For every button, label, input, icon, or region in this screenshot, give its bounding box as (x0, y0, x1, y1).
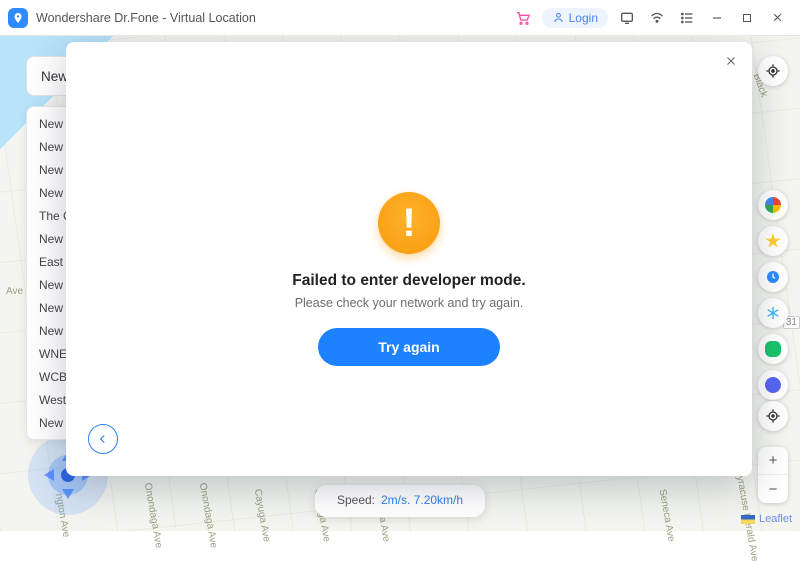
device-icon[interactable] (612, 3, 642, 33)
app-title: Wondershare Dr.Fone - Virtual Location (36, 11, 256, 25)
map-street-label: Seneca Ave (657, 488, 677, 542)
window-maximize[interactable] (732, 3, 762, 33)
locate-me-button[interactable] (758, 401, 788, 431)
modal-back-button[interactable] (88, 424, 118, 454)
error-subtitle: Please check your network and try again. (295, 296, 524, 310)
titlebar: Wondershare Dr.Fone - Virtual Location L… (0, 0, 800, 36)
speed-label: Speed: (337, 493, 375, 507)
map-attribution[interactable]: Leaflet (741, 513, 792, 525)
warning-icon: ! (378, 192, 440, 254)
gmaps-button[interactable] (758, 190, 788, 220)
zoom-control: + − (758, 447, 788, 503)
window-close[interactable] (762, 3, 792, 33)
zoom-out-button[interactable]: − (758, 475, 788, 503)
modal-close-button[interactable] (724, 54, 738, 73)
center-map-button[interactable] (758, 56, 788, 86)
map-street-label: Cayuga Ave (252, 488, 272, 543)
history-button[interactable] (758, 262, 788, 292)
discord-button[interactable] (758, 370, 788, 400)
cart-button[interactable] (508, 3, 538, 33)
wifi-icon[interactable] (642, 3, 672, 33)
map-street-label: Onondaga Ave (197, 482, 219, 549)
login-button[interactable]: Login (542, 8, 608, 28)
speed-panel: Speed: 2m/s. 7.20km/h (315, 485, 485, 517)
login-label: Login (569, 11, 598, 25)
zoom-in-button[interactable]: + (758, 447, 788, 475)
map-label: Ave (6, 286, 23, 297)
game-button[interactable] (758, 334, 788, 364)
speed-value: 2m/s. 7.20km/h (381, 493, 463, 507)
error-title: Failed to enter developer mode. (292, 272, 525, 290)
app-logo-icon (8, 8, 28, 28)
map-street-label: Onondaga Ave (142, 482, 164, 549)
window-minimize[interactable] (702, 3, 732, 33)
menu-list-icon[interactable] (672, 3, 702, 33)
favorites-button[interactable] (758, 226, 788, 256)
cooldown-button[interactable] (758, 298, 788, 328)
error-modal: ! Failed to enter developer mode. Please… (66, 42, 752, 476)
flag-icon (741, 515, 755, 524)
retry-button[interactable]: Try again (318, 328, 499, 366)
